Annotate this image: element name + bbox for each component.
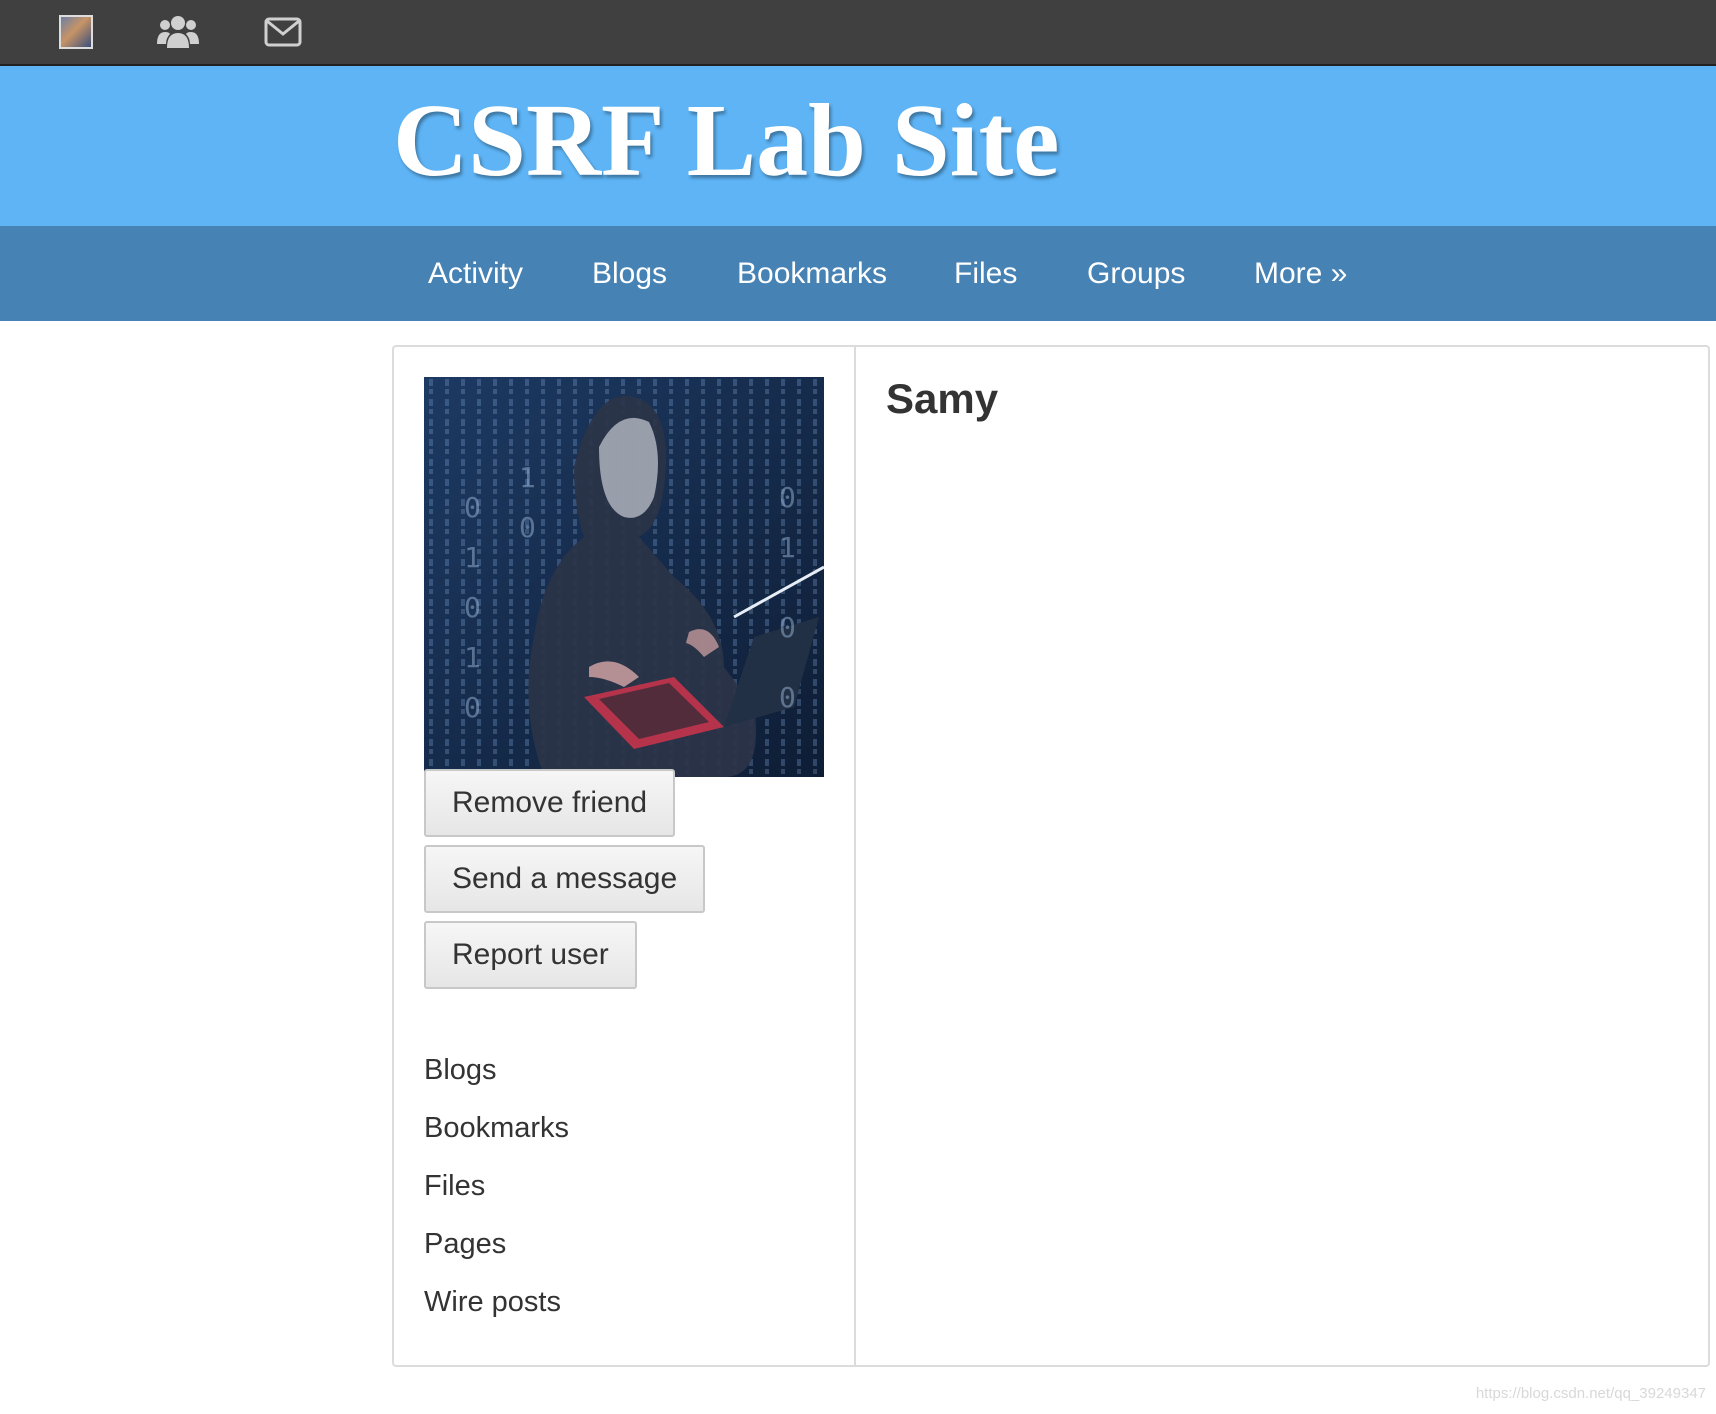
user-avatar-icon[interactable]	[57, 10, 95, 54]
svg-text:0: 0	[779, 681, 796, 714]
svg-text:1: 1	[519, 461, 536, 494]
watermark: https://blog.csdn.net/qq_39249347	[1475, 1385, 1706, 1402]
svg-text:0: 0	[779, 481, 796, 514]
svg-text:0: 0	[464, 491, 481, 524]
hacker-image: 0 1 0 1 0 0 1 0 0 1 0	[424, 377, 824, 777]
svg-text:1: 1	[779, 531, 796, 564]
profile-link-blogs[interactable]: Blogs	[424, 1054, 497, 1087]
profile-name: Samy	[886, 375, 999, 422]
friends-icon-graphic	[157, 16, 199, 48]
nav-more[interactable]: More »	[1254, 226, 1347, 321]
envelope-icon-graphic	[264, 17, 302, 47]
svg-text:1: 1	[464, 541, 481, 574]
nav-bookmarks[interactable]: Bookmarks	[737, 226, 887, 321]
site-header: CSRF Lab Site	[0, 66, 1716, 226]
profile-panel: 0 1 0 1 0 0 1 0 0 1 0 Remove friend Send a mess…	[392, 345, 1710, 1367]
nav-files[interactable]: Files	[954, 226, 1017, 321]
profile-link-files[interactable]: Files	[424, 1170, 485, 1203]
nav-groups[interactable]: Groups	[1087, 226, 1185, 321]
nav-blogs[interactable]: Blogs	[592, 226, 667, 321]
svg-text:0: 0	[779, 611, 796, 644]
svg-text:1: 1	[464, 641, 481, 674]
svg-text:0: 0	[464, 691, 481, 724]
site-title[interactable]: CSRF Lab Site	[393, 76, 1059, 206]
profile-link-bookmarks[interactable]: Bookmarks	[424, 1112, 569, 1145]
avatar-thumbnail	[59, 15, 93, 49]
svg-text:0: 0	[519, 511, 536, 544]
nav-activity[interactable]: Activity	[428, 226, 523, 321]
envelope-icon[interactable]	[262, 10, 304, 54]
svg-text:0: 0	[464, 591, 481, 624]
profile-link-wire-posts[interactable]: Wire posts	[424, 1286, 561, 1319]
top-toolbar	[0, 0, 1716, 66]
main-nav: Activity Blogs Bookmarks Files Groups Mo…	[0, 226, 1716, 321]
remove-friend-button[interactable]: Remove friend	[424, 769, 676, 837]
report-user-button[interactable]: Report user	[424, 921, 637, 989]
profile-photo: 0 1 0 1 0 0 1 0 0 1 0	[424, 377, 824, 777]
profile-link-pages[interactable]: Pages	[424, 1228, 506, 1261]
send-message-button[interactable]: Send a message	[424, 845, 706, 913]
friends-icon[interactable]	[155, 10, 201, 54]
panel-divider	[854, 347, 856, 1365]
